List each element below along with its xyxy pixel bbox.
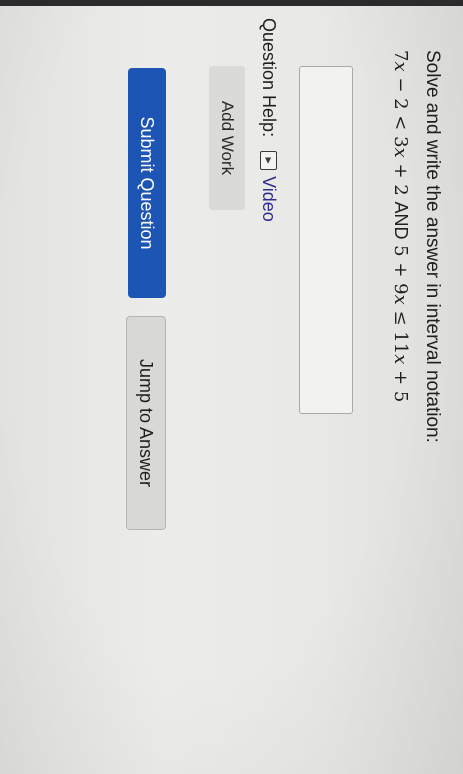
math-op1: − 2 <	[390, 71, 411, 137]
submit-question-button[interactable]: Submit Question	[128, 68, 166, 298]
math-and: AND	[391, 201, 411, 240]
math-op2: + 2	[390, 157, 411, 202]
math-c-const: 5 + 9	[390, 239, 411, 295]
math-op4: + 5	[390, 364, 411, 403]
math-b-var: x	[390, 147, 411, 158]
question-help: Question Help: ▶ Video	[258, 18, 279, 222]
video-link-label: Video	[259, 176, 279, 222]
screen: Solve and write the answer in interval n…	[0, 6, 463, 774]
video-link[interactable]: ▶ Video	[258, 151, 279, 222]
play-triangle-icon: ▶	[260, 151, 277, 171]
math-d-var: x	[390, 354, 411, 365]
math-a-coef: 7	[390, 50, 411, 62]
question-prompt: Solve and write the answer in interval n…	[422, 50, 443, 443]
question-help-label: Question Help:	[259, 18, 279, 138]
compound-inequality: 7x − 2 < 3x + 2 AND 5 + 9x ≤ 11x + 5	[390, 50, 411, 402]
jump-to-answer-button[interactable]: Jump to Answer	[126, 316, 166, 530]
math-a-var: x	[390, 61, 411, 72]
math-op3: ≤ 11	[390, 304, 411, 355]
math-b-coef: 3	[390, 136, 411, 148]
add-work-button[interactable]: Add Work	[209, 66, 245, 210]
math-c-var: x	[390, 294, 411, 305]
answer-input[interactable]	[299, 66, 353, 414]
rotated-content: Solve and write the answer in interval n…	[0, 6, 463, 774]
